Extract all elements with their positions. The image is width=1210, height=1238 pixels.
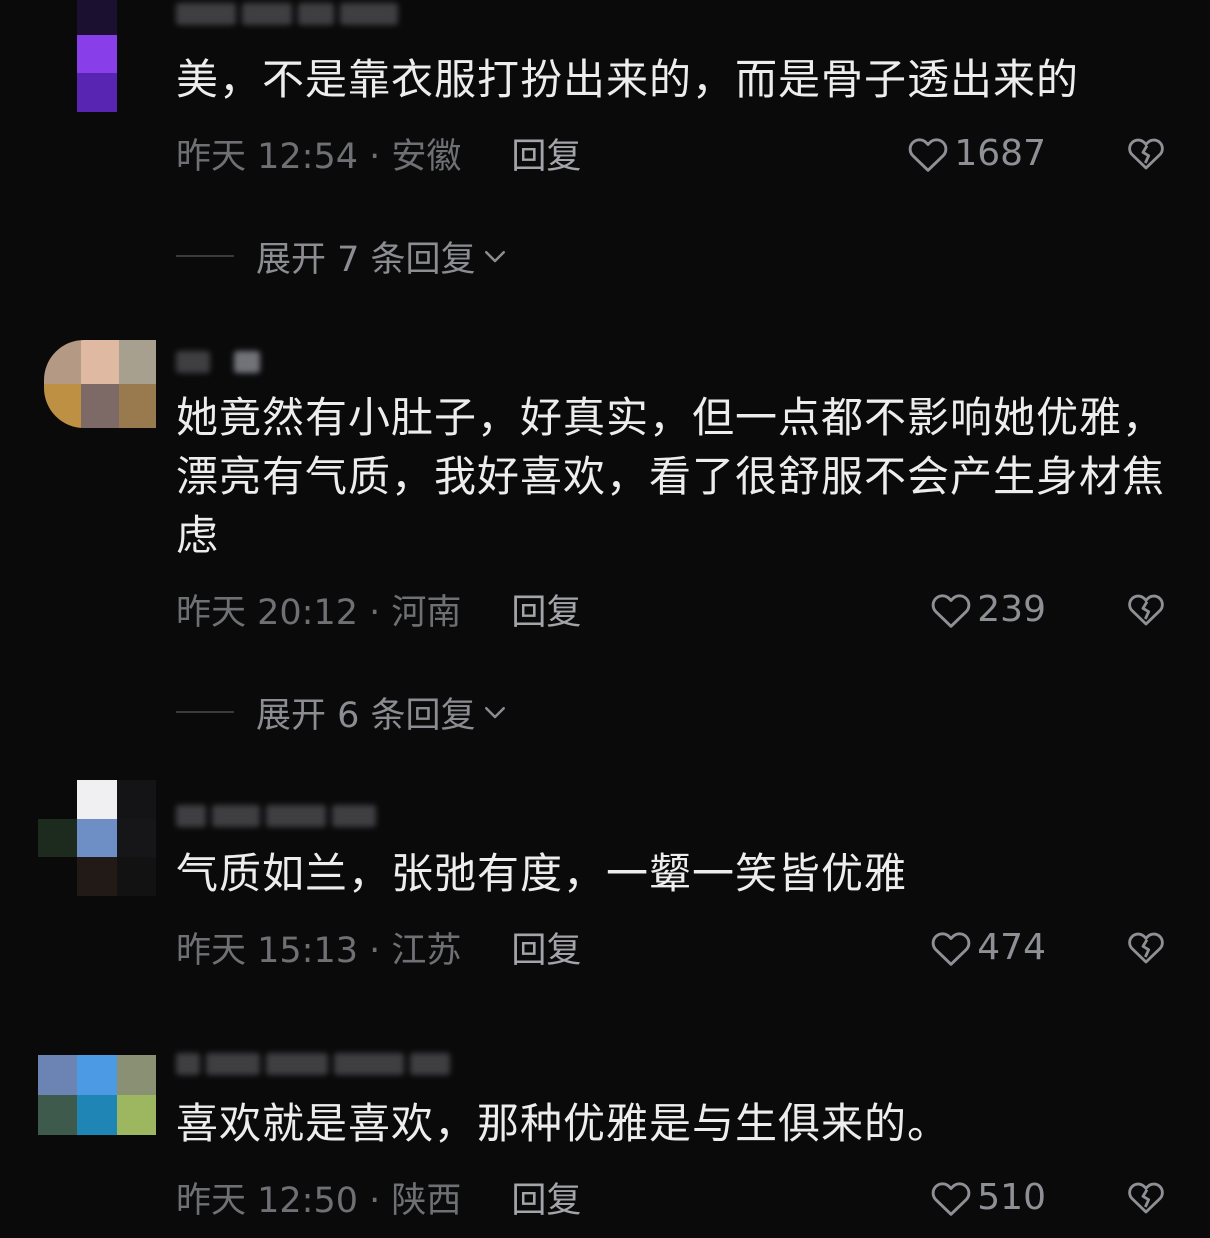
like-button[interactable]: 239 — [929, 586, 1046, 632]
reply-button[interactable]: 回复 — [511, 1172, 581, 1223]
like-count: 474 — [977, 926, 1046, 968]
like-button[interactable]: 510 — [929, 1174, 1046, 1220]
username[interactable] — [176, 348, 260, 376]
chevron-down-icon — [484, 251, 505, 263]
comment-text: 她竟然有小肚子，好真实，但一点都不影响她优雅，漂亮有气质，我好喜欢，看了很舒服不… — [176, 393, 1166, 560]
broken-heart-icon[interactable] — [1126, 927, 1166, 967]
like-button[interactable]: 1687 — [906, 130, 1046, 176]
comment-text: 气质如兰，张弛有度，一颦一笑皆优雅 — [176, 849, 908, 898]
comment-text: 喜欢就是喜欢，那种优雅是与生俱来的。 — [176, 1099, 951, 1148]
broken-heart-icon[interactable] — [1126, 133, 1166, 173]
username[interactable] — [176, 0, 398, 28]
chevron-down-icon — [484, 707, 505, 719]
heart-outline-icon — [909, 138, 948, 172]
like-count: 510 — [977, 1176, 1046, 1218]
broken-heart-icon[interactable] — [1126, 1177, 1166, 1217]
avatar[interactable] — [44, 340, 156, 428]
like-count: 1687 — [954, 132, 1046, 174]
like-count: 239 — [977, 588, 1046, 630]
expand-replies-label: 展开 7 条回复 — [256, 239, 476, 280]
divider — [176, 711, 234, 713]
comment-time-location: 昨天 15:13 · 江苏 — [176, 930, 462, 971]
avatar[interactable] — [38, 1055, 156, 1135]
reply-button[interactable]: 回复 — [511, 922, 581, 973]
broken-heart-icon[interactable] — [1126, 589, 1166, 629]
heart-outline-icon — [931, 1182, 971, 1216]
divider — [176, 255, 234, 257]
avatar[interactable] — [38, 0, 156, 112]
username[interactable] — [176, 802, 376, 830]
heart-outline-icon — [931, 594, 971, 628]
comment-time-location: 昨天 12:54 · 安徽 — [176, 136, 462, 177]
reply-button[interactable]: 回复 — [511, 584, 581, 635]
expand-replies-button[interactable]: 展开 6 条回复 — [176, 690, 510, 736]
heart-outline-icon — [931, 932, 971, 966]
comment-time-location: 昨天 12:50 · 陕西 — [176, 1180, 462, 1221]
expand-replies-button[interactable]: 展开 7 条回复 — [176, 234, 510, 280]
reply-button[interactable]: 回复 — [511, 128, 581, 179]
like-button[interactable]: 474 — [929, 924, 1046, 970]
comment-time-location: 昨天 20:12 · 河南 — [176, 592, 462, 633]
username[interactable] — [176, 1050, 450, 1078]
comment-text: 美，不是靠衣服打扮出来的，而是骨子透出来的 — [176, 55, 1080, 104]
avatar[interactable] — [38, 780, 156, 896]
expand-replies-label: 展开 6 条回复 — [256, 695, 476, 736]
comment-list: 美，不是靠衣服打扮出来的，而是骨子透出来的 昨天 12:54 · 安徽 回复 1… — [0, 0, 1210, 1238]
